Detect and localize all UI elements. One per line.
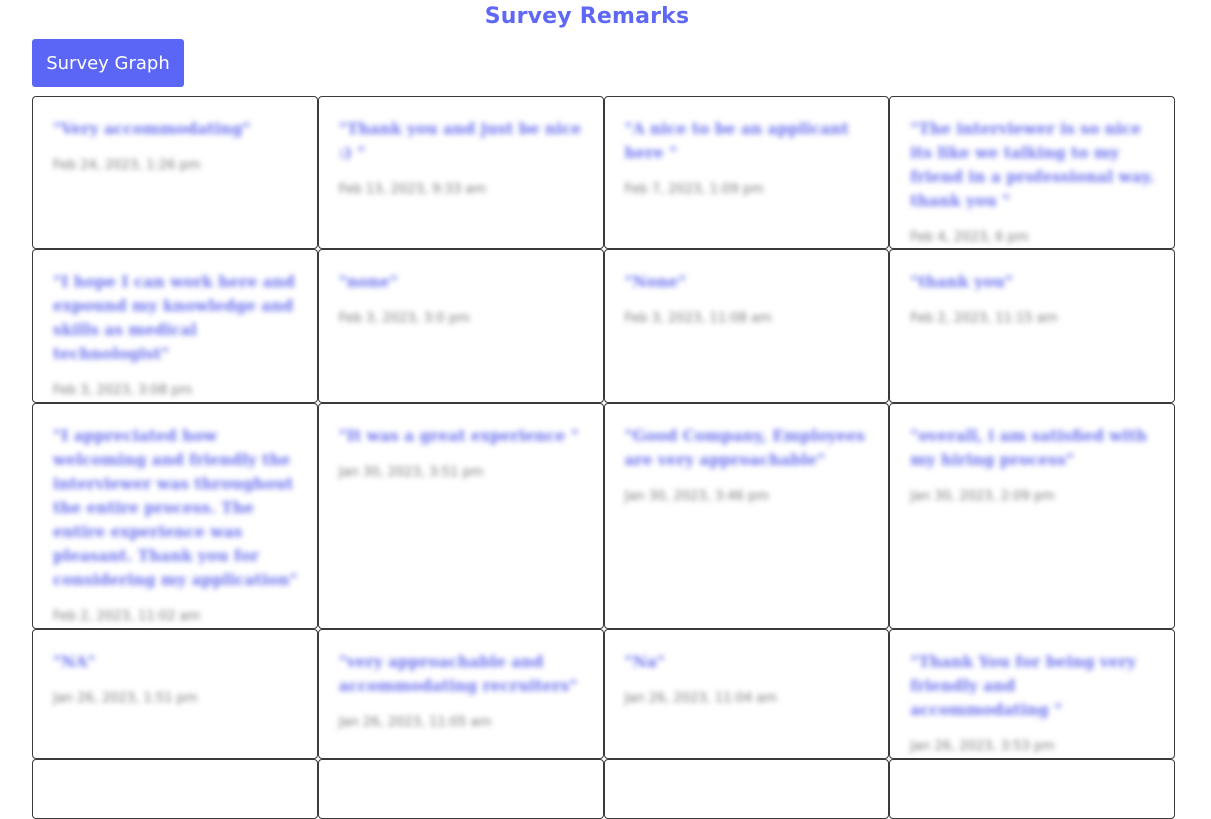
remarks-row: "NA" Jan 26, 2023, 1:51 pm "very approac… [32, 629, 1175, 759]
remark-card [889, 759, 1175, 819]
remark-text: "thank you" [910, 272, 1013, 291]
remark-date: Jan 26, 2023, 1:51 pm [53, 691, 198, 706]
remark-date: Feb 7, 2023, 1:09 pm [624, 182, 764, 197]
remark-date: Feb 3, 2023, 3:0 pm [338, 311, 470, 326]
remark-card: "Very accommodating" Feb 24, 2023, 1:26 … [32, 96, 318, 249]
remarks-row [32, 759, 1175, 819]
remark-text: "Na" [624, 652, 665, 671]
remark-date: Feb 4, 2023, 6 pm [910, 230, 1029, 245]
remark-text: "overall, i am satisfied with my hiring … [910, 426, 1148, 469]
remark-card: "Na" Jan 26, 2023, 11:04 am [603, 629, 890, 759]
remarks-row: "I appreciated how welcoming and friendl… [32, 403, 1175, 629]
remarks-grid: "Very accommodating" Feb 24, 2023, 1:26 … [32, 96, 1175, 819]
remark-text: "Thank you and just be nice :) " [338, 119, 582, 162]
remark-date: Feb 3, 2023, 3:08 pm [53, 383, 193, 398]
remark-text: "It was a great experience " [338, 426, 579, 445]
remark-date: Jan 26, 2023, 11:05 am [338, 715, 492, 730]
remark-text: "I appreciated how welcoming and friendl… [53, 426, 298, 589]
remark-text: "Thank You for being very friendly and a… [910, 652, 1136, 719]
remark-card: "Good Company, Employees are very approa… [603, 403, 890, 629]
remark-card: "Thank you and just be nice :) " Feb 13,… [317, 96, 604, 249]
remark-text: "None" [624, 272, 687, 291]
remark-card: "none" Feb 3, 2023, 3:0 pm [317, 249, 604, 403]
remark-text: "NA" [53, 652, 96, 671]
page-title: Survey Remarks [484, 4, 690, 29]
remark-date: Feb 2, 2023, 11:02 am [53, 609, 201, 624]
remark-card: "I hope I can work here and expound my k… [32, 249, 318, 403]
survey-graph-button[interactable]: Survey Graph [32, 39, 184, 87]
remark-card [603, 759, 890, 819]
remark-date: Jan 30, 2023, 3:51 pm [338, 465, 484, 480]
remark-date: Jan 26, 2023, 3:53 pm [910, 739, 1055, 754]
remarks-row: "I hope I can work here and expound my k… [32, 249, 1175, 403]
remark-card: "A nice to be an applicant here " Feb 7,… [603, 96, 890, 249]
remark-text: "none" [338, 272, 398, 291]
remark-date: Jan 26, 2023, 11:04 am [624, 691, 778, 706]
remark-text: "The interviewer is so nice its like we … [910, 119, 1155, 210]
remark-card [317, 759, 604, 819]
remark-card: "NA" Jan 26, 2023, 1:51 pm [32, 629, 318, 759]
remark-card: "very approachable and accommodating rec… [317, 629, 604, 759]
remark-text: "Good Company, Employees are very approa… [624, 426, 866, 469]
remark-card: "Thank You for being very friendly and a… [889, 629, 1175, 759]
remark-card [32, 759, 318, 819]
remark-text: "I hope I can work here and expound my k… [53, 272, 295, 363]
remark-card: "None" Feb 3, 2023, 11:08 am [603, 249, 890, 403]
remark-card: "It was a great experience " Jan 30, 202… [317, 403, 604, 629]
remark-date: Jan 30, 2023, 3:46 pm [624, 489, 770, 504]
remark-date: Feb 3, 2023, 11:08 am [624, 311, 772, 326]
remarks-row: "Very accommodating" Feb 24, 2023, 1:26 … [32, 96, 1175, 249]
remark-text: "Very accommodating" [53, 119, 251, 138]
remark-date: Feb 13, 2023, 9:33 am [338, 182, 487, 197]
remark-text: "A nice to be an applicant here " [624, 119, 849, 162]
remark-text: "very approachable and accommodating rec… [338, 652, 578, 695]
remark-card: "I appreciated how welcoming and friendl… [32, 403, 318, 629]
remark-date: Feb 2, 2023, 11:15 am [910, 311, 1058, 326]
remark-card: "thank you" Feb 2, 2023, 11:15 am [889, 249, 1175, 403]
remark-card: "The interviewer is so nice its like we … [889, 96, 1175, 249]
remark-date: Feb 24, 2023, 1:26 pm [53, 158, 201, 173]
remark-card: "overall, i am satisfied with my hiring … [889, 403, 1175, 629]
remark-date: Jan 30, 2023, 2:09 pm [910, 489, 1055, 504]
